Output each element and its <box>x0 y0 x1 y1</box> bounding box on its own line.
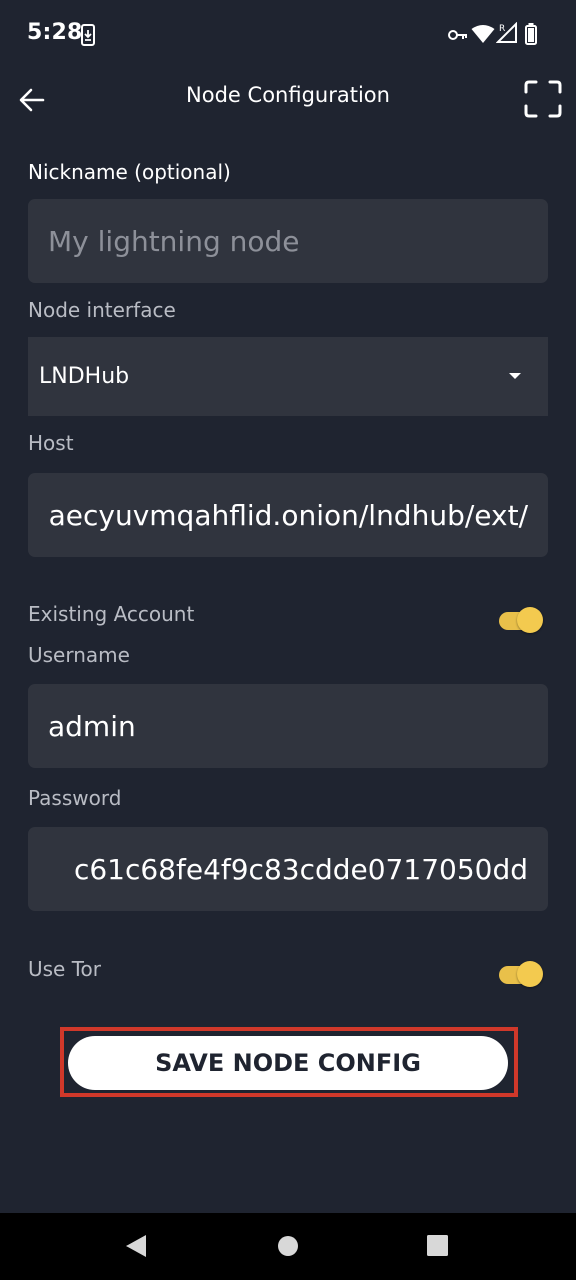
dropdown-arrow-icon <box>509 373 521 379</box>
signal-icon: R <box>496 22 517 43</box>
host-value: aecyuvmqahflid.onion/lndhub/ext/ <box>48 498 528 532</box>
node-interface-label: Node interface <box>28 298 176 322</box>
home-circle-icon[interactable] <box>277 1235 299 1257</box>
svg-text:R: R <box>499 24 505 34</box>
page-title: Node Configuration <box>186 83 390 107</box>
recents-square-icon[interactable] <box>427 1235 448 1256</box>
node-configuration-screen: 5:28 R Node Configuration Nickname (opti… <box>0 0 576 1280</box>
password-input[interactable]: c61c68fe4f9c83cdde0717050dd <box>28 827 548 911</box>
download-notification-icon <box>81 24 95 46</box>
use-tor-label: Use Tor <box>28 957 101 981</box>
toggle-thumb <box>517 607 543 633</box>
node-interface-value: LNDHub <box>39 364 130 389</box>
toolbar: Node Configuration <box>0 70 576 130</box>
node-interface-select[interactable]: LNDHub <box>28 337 548 416</box>
navigation-bar <box>0 1213 576 1280</box>
existing-account-label: Existing Account <box>28 602 195 626</box>
host-label: Host <box>28 431 74 455</box>
host-input[interactable]: aecyuvmqahflid.onion/lndhub/ext/ <box>28 473 548 557</box>
use-tor-toggle[interactable] <box>499 961 543 987</box>
password-value: c61c68fe4f9c83cdde0717050dd <box>73 852 528 886</box>
back-triangle-icon[interactable] <box>125 1234 147 1258</box>
save-node-config-button[interactable]: SAVE NODE CONFIG <box>68 1036 508 1090</box>
scan-button[interactable] <box>520 76 566 122</box>
status-time: 5:28 <box>27 20 83 45</box>
battery-icon <box>525 23 537 45</box>
toggle-thumb <box>517 961 543 987</box>
wifi-icon <box>471 25 495 43</box>
scan-frame-icon <box>524 80 562 118</box>
vpn-key-icon <box>448 30 467 40</box>
username-value: admin <box>48 709 136 743</box>
existing-account-toggle[interactable] <box>499 607 543 633</box>
status-bar: 5:28 R <box>0 0 576 70</box>
username-label: Username <box>28 643 130 667</box>
nickname-label: Nickname (optional) <box>28 160 231 184</box>
username-input[interactable]: admin <box>28 684 548 768</box>
password-label: Password <box>28 786 122 810</box>
nickname-input[interactable]: My lightning node <box>28 199 548 283</box>
